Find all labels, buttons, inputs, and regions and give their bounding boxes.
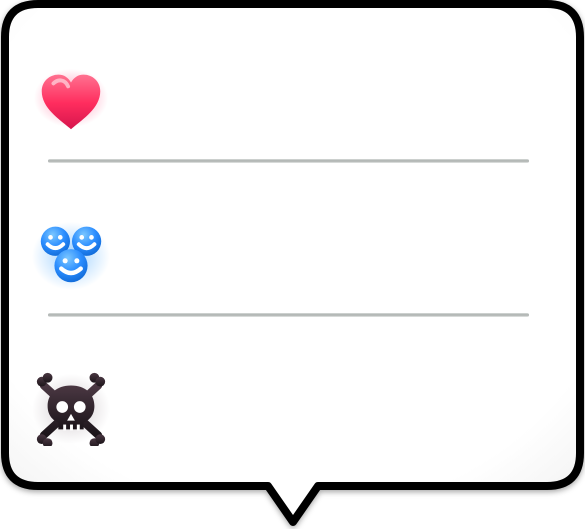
heart-icon [33,68,109,130]
menu-item-people[interactable] [20,178,565,308]
menu-divider [48,159,529,163]
menu-item-heart[interactable] [20,25,565,155]
skull-icon [32,372,110,446]
people-icon [32,221,110,291]
reaction-menu [20,10,565,480]
menu-divider [48,313,529,317]
menu-item-skull[interactable] [20,332,565,462]
speech-bubble-menu [0,0,585,529]
